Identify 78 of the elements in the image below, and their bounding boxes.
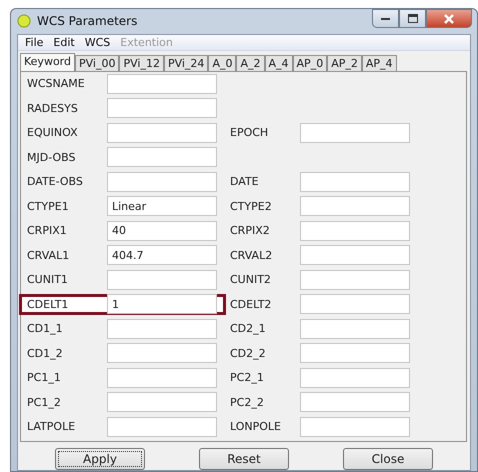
action-button[interactable]: Close — [343, 448, 433, 470]
close-button[interactable] — [426, 9, 472, 28]
text-field[interactable]: Linear — [107, 196, 217, 216]
text-field[interactable] — [300, 220, 410, 241]
tab[interactable]: A_4 — [264, 54, 293, 70]
field-label: CDELT1 — [27, 298, 70, 311]
field-label: PC1_2 — [27, 396, 62, 409]
text-field[interactable] — [107, 147, 217, 168]
text-field[interactable] — [107, 270, 217, 290]
text-field[interactable] — [300, 318, 410, 339]
field-label: LATPOLE — [27, 420, 76, 434]
field-label: CRPIX1 — [27, 224, 68, 238]
text-field[interactable]: 404.7 — [107, 245, 217, 266]
field-label: EPOCH — [230, 126, 270, 140]
field-label: WCSNAME — [27, 77, 86, 90]
tab[interactable]: AP_0 — [292, 54, 328, 70]
tab[interactable]: PVi_12 — [119, 54, 164, 70]
minimize-icon — [380, 16, 390, 20]
field-label: CDELT2 — [230, 298, 272, 311]
menu-item[interactable]: File — [20, 36, 48, 48]
text-field[interactable]: 1 — [107, 294, 217, 314]
text-field[interactable] — [107, 172, 217, 192]
text-field[interactable] — [107, 74, 217, 94]
minimize-button[interactable] — [372, 9, 399, 28]
text-field[interactable] — [300, 270, 410, 290]
action-button[interactable]: Apply — [55, 448, 145, 470]
field-label: LONPOLE — [230, 420, 282, 434]
text-field[interactable] — [107, 318, 217, 339]
field-label: PC2_2 — [230, 396, 265, 409]
text-field[interactable] — [300, 172, 410, 192]
field-label: PC1_1 — [27, 371, 62, 384]
field-label: CRVAL2 — [230, 248, 274, 262]
tab[interactable]: A_2 — [236, 54, 264, 70]
field-label: CRPIX2 — [230, 224, 271, 238]
text-field[interactable] — [300, 416, 410, 437]
tab[interactable]: PVi_00 — [74, 54, 120, 70]
tab[interactable]: A_0 — [208, 54, 236, 70]
field-label: CTYPE1 — [27, 200, 70, 213]
menu-item[interactable]: WCS — [80, 36, 116, 48]
field-label: CD2_2 — [230, 346, 267, 360]
field-label: CD1_2 — [27, 346, 64, 360]
text-field[interactable] — [300, 368, 410, 388]
text-field[interactable] — [107, 416, 217, 437]
field-label: CD1_1 — [27, 322, 64, 336]
text-field[interactable] — [300, 294, 410, 314]
field-label: CUNIT1 — [27, 273, 69, 286]
window-title: WCS Parameters — [37, 14, 138, 28]
field-label: RADESYS — [27, 102, 79, 115]
tab[interactable]: Keyword — [20, 52, 75, 70]
text-field[interactable]: 40 — [107, 220, 217, 241]
text-field[interactable] — [107, 368, 217, 388]
text-field[interactable] — [300, 122, 410, 143]
app-icon — [17, 14, 31, 28]
menu-item[interactable]: Edit — [48, 36, 80, 48]
field-label: MJD-OBS — [27, 150, 76, 164]
field-label: CUNIT2 — [230, 273, 272, 286]
text-field[interactable] — [300, 196, 410, 216]
field-label: DATE-OBS — [27, 175, 84, 188]
field-label: DATE — [230, 175, 260, 188]
tab[interactable]: PVi_24 — [164, 54, 208, 70]
tab[interactable]: AP_4 — [362, 54, 397, 70]
text-field[interactable] — [300, 245, 410, 266]
field-label: CRVAL1 — [27, 248, 70, 262]
tab[interactable]: AP_2 — [327, 54, 362, 70]
field-label: CTYPE2 — [230, 200, 273, 213]
text-field[interactable] — [107, 343, 217, 364]
action-button[interactable]: Reset — [199, 448, 289, 470]
field-label: EQUINOX — [27, 126, 79, 140]
maximize-icon — [408, 14, 418, 23]
field-label: CD2_1 — [230, 322, 267, 336]
text-field[interactable] — [107, 98, 217, 118]
text-field[interactable] — [107, 122, 217, 143]
maximize-button[interactable] — [399, 9, 426, 28]
text-field[interactable] — [300, 343, 410, 364]
text-field[interactable] — [300, 392, 410, 412]
text-field[interactable] — [107, 392, 217, 412]
field-label: PC2_1 — [230, 371, 265, 384]
close-icon — [443, 14, 455, 24]
